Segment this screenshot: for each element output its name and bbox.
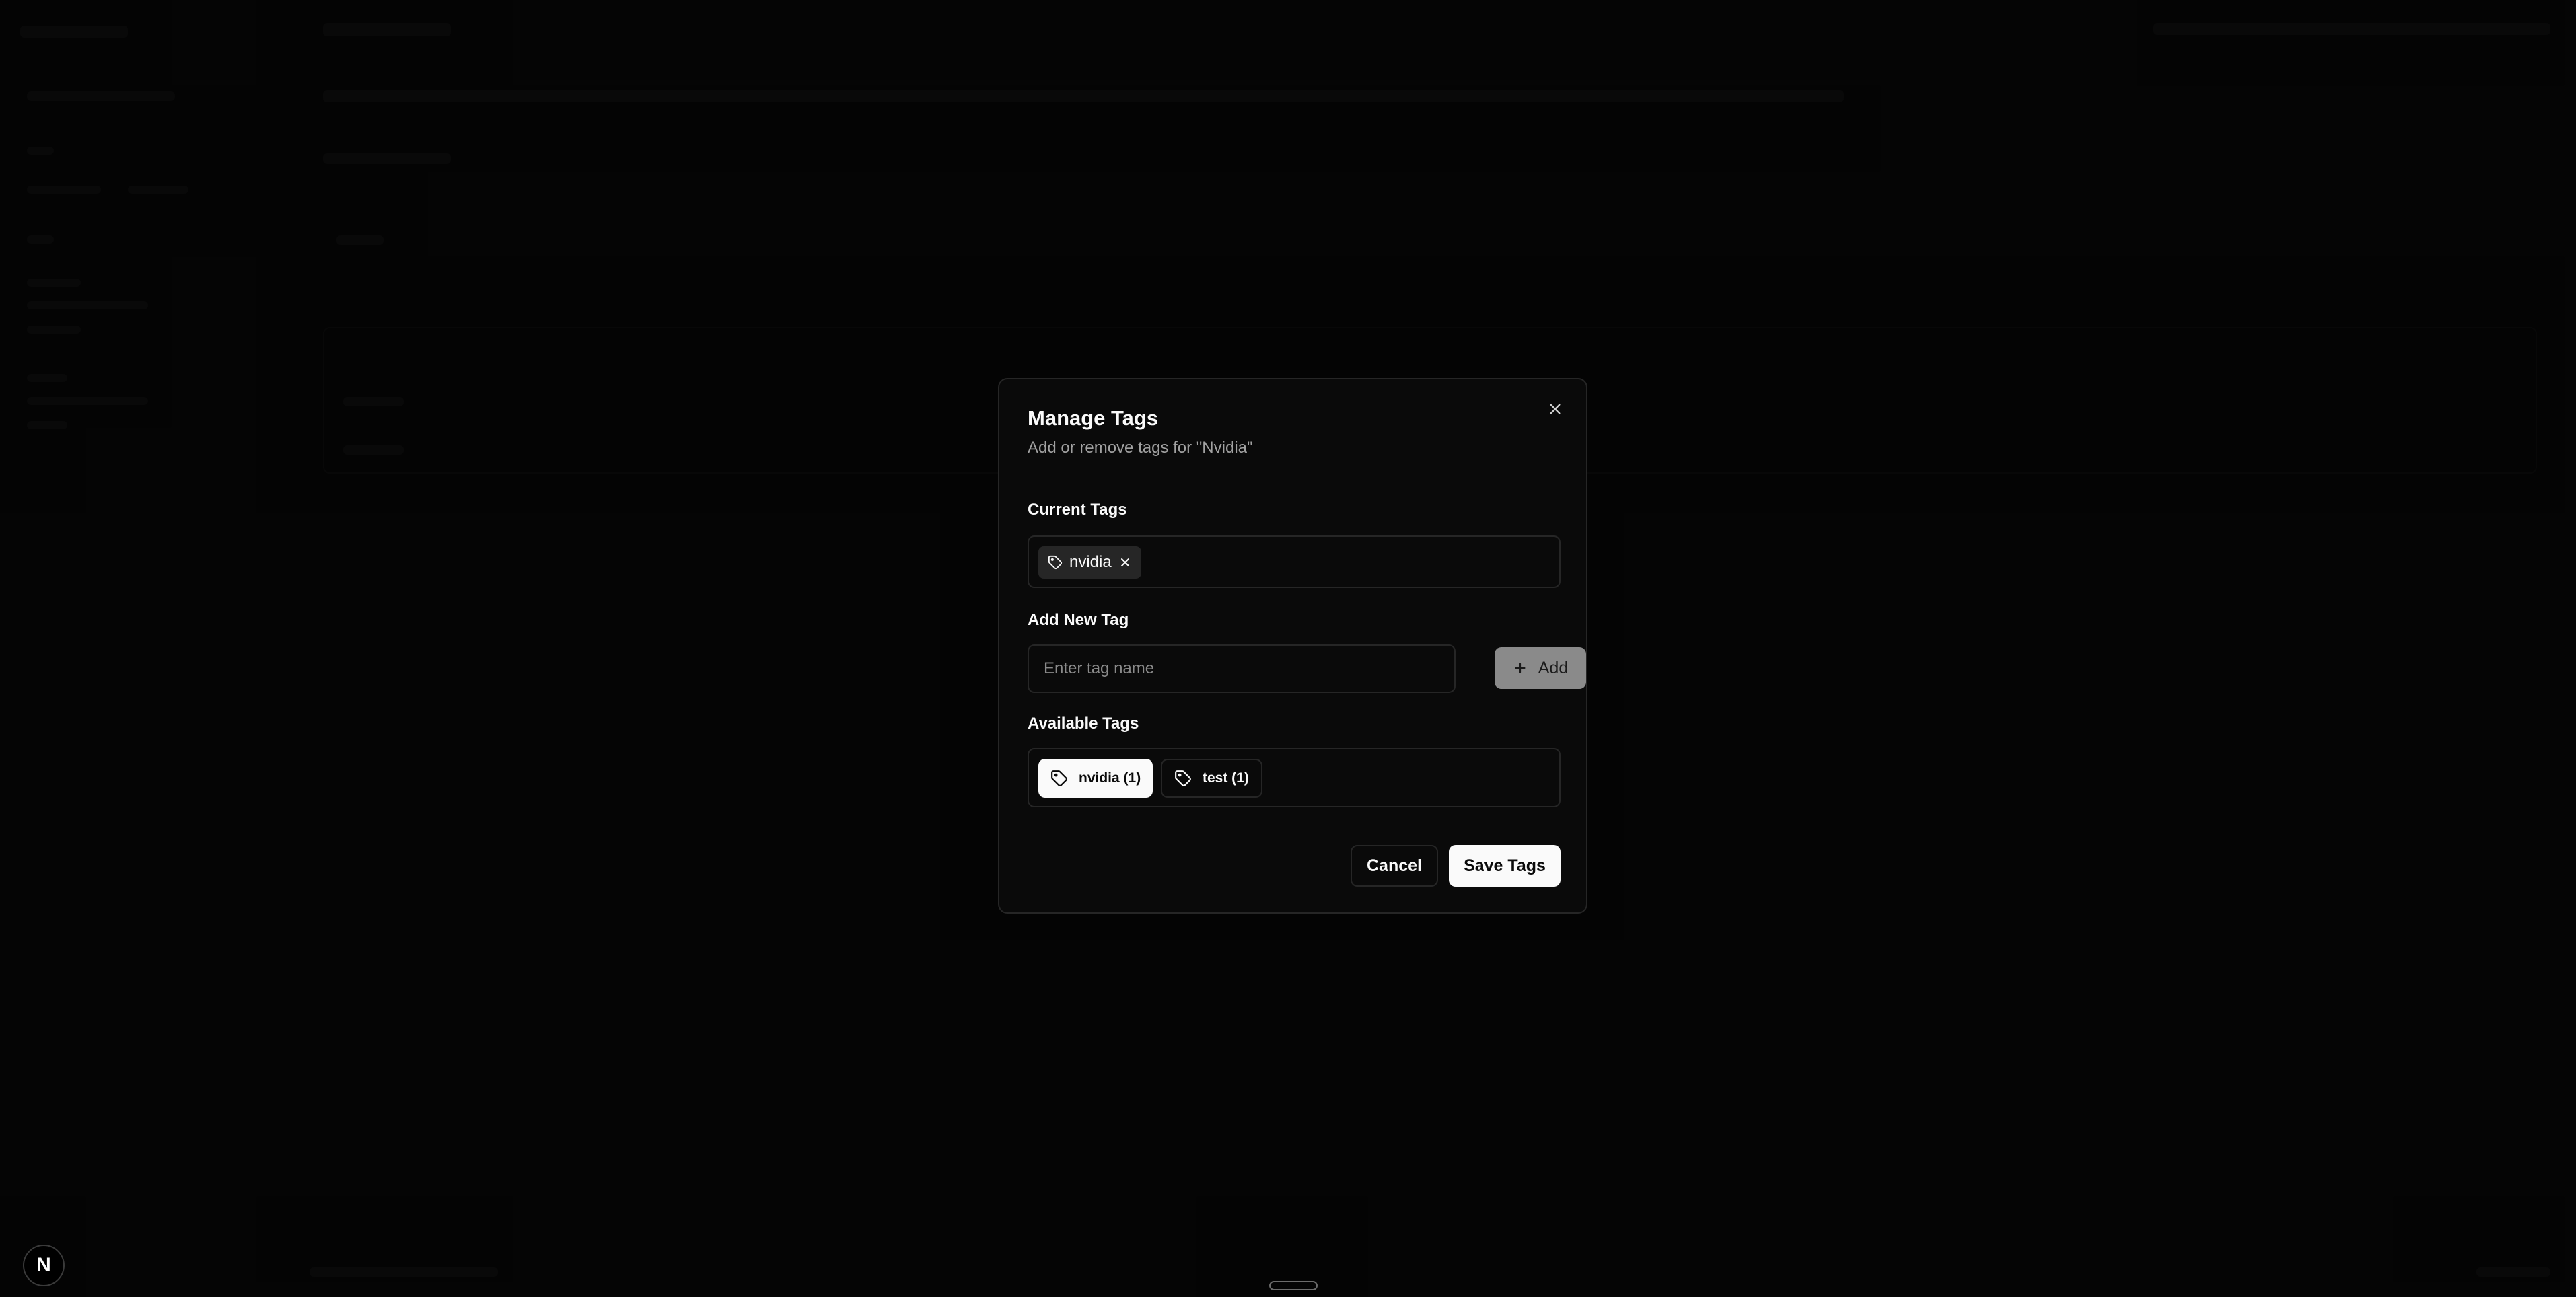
close-icon xyxy=(1550,404,1561,414)
save-tags-button[interactable]: Save Tags xyxy=(1449,845,1561,887)
tag-icon xyxy=(1048,555,1063,570)
available-tag-label: test (1) xyxy=(1203,770,1249,786)
available-tag-nvidia[interactable]: nvidia (1) xyxy=(1038,759,1153,798)
x-icon xyxy=(1120,558,1129,566)
scroll-handle[interactable] xyxy=(1269,1281,1318,1290)
tag-name-input[interactable] xyxy=(1028,644,1456,693)
dev-tools-badge[interactable]: N xyxy=(23,1245,65,1286)
current-tags-label: Current Tags xyxy=(1028,501,1127,519)
add-tag-button[interactable]: Add xyxy=(1495,647,1586,689)
add-new-tag-label: Add New Tag xyxy=(1028,611,1129,629)
dialog-title: Manage Tags xyxy=(1028,406,1159,430)
badge-letter: N xyxy=(36,1254,51,1276)
cancel-button[interactable]: Cancel xyxy=(1351,845,1438,887)
plus-icon xyxy=(1515,663,1526,673)
close-button[interactable] xyxy=(1542,396,1569,422)
available-tag-test[interactable]: test (1) xyxy=(1161,759,1262,798)
manage-tags-dialog: Manage Tags Add or remove tags for "Nvid… xyxy=(998,378,1587,914)
available-tags-label: Available Tags xyxy=(1028,714,1139,733)
current-tags-container: nvidia xyxy=(1028,535,1561,588)
available-tag-label: nvidia (1) xyxy=(1079,770,1141,786)
tag-icon xyxy=(1051,770,1067,786)
add-tag-row: Add xyxy=(1028,644,1586,693)
dialog-description: Add or remove tags for "Nvidia" xyxy=(1028,439,1253,457)
tag-icon xyxy=(1175,770,1191,786)
add-button-label: Add xyxy=(1538,658,1569,677)
available-tags-container: nvidia (1) test (1) xyxy=(1028,748,1561,807)
remove-tag-button[interactable] xyxy=(1118,556,1132,569)
current-tag-label: nvidia xyxy=(1069,553,1112,571)
current-tag-chip: nvidia xyxy=(1038,546,1141,579)
